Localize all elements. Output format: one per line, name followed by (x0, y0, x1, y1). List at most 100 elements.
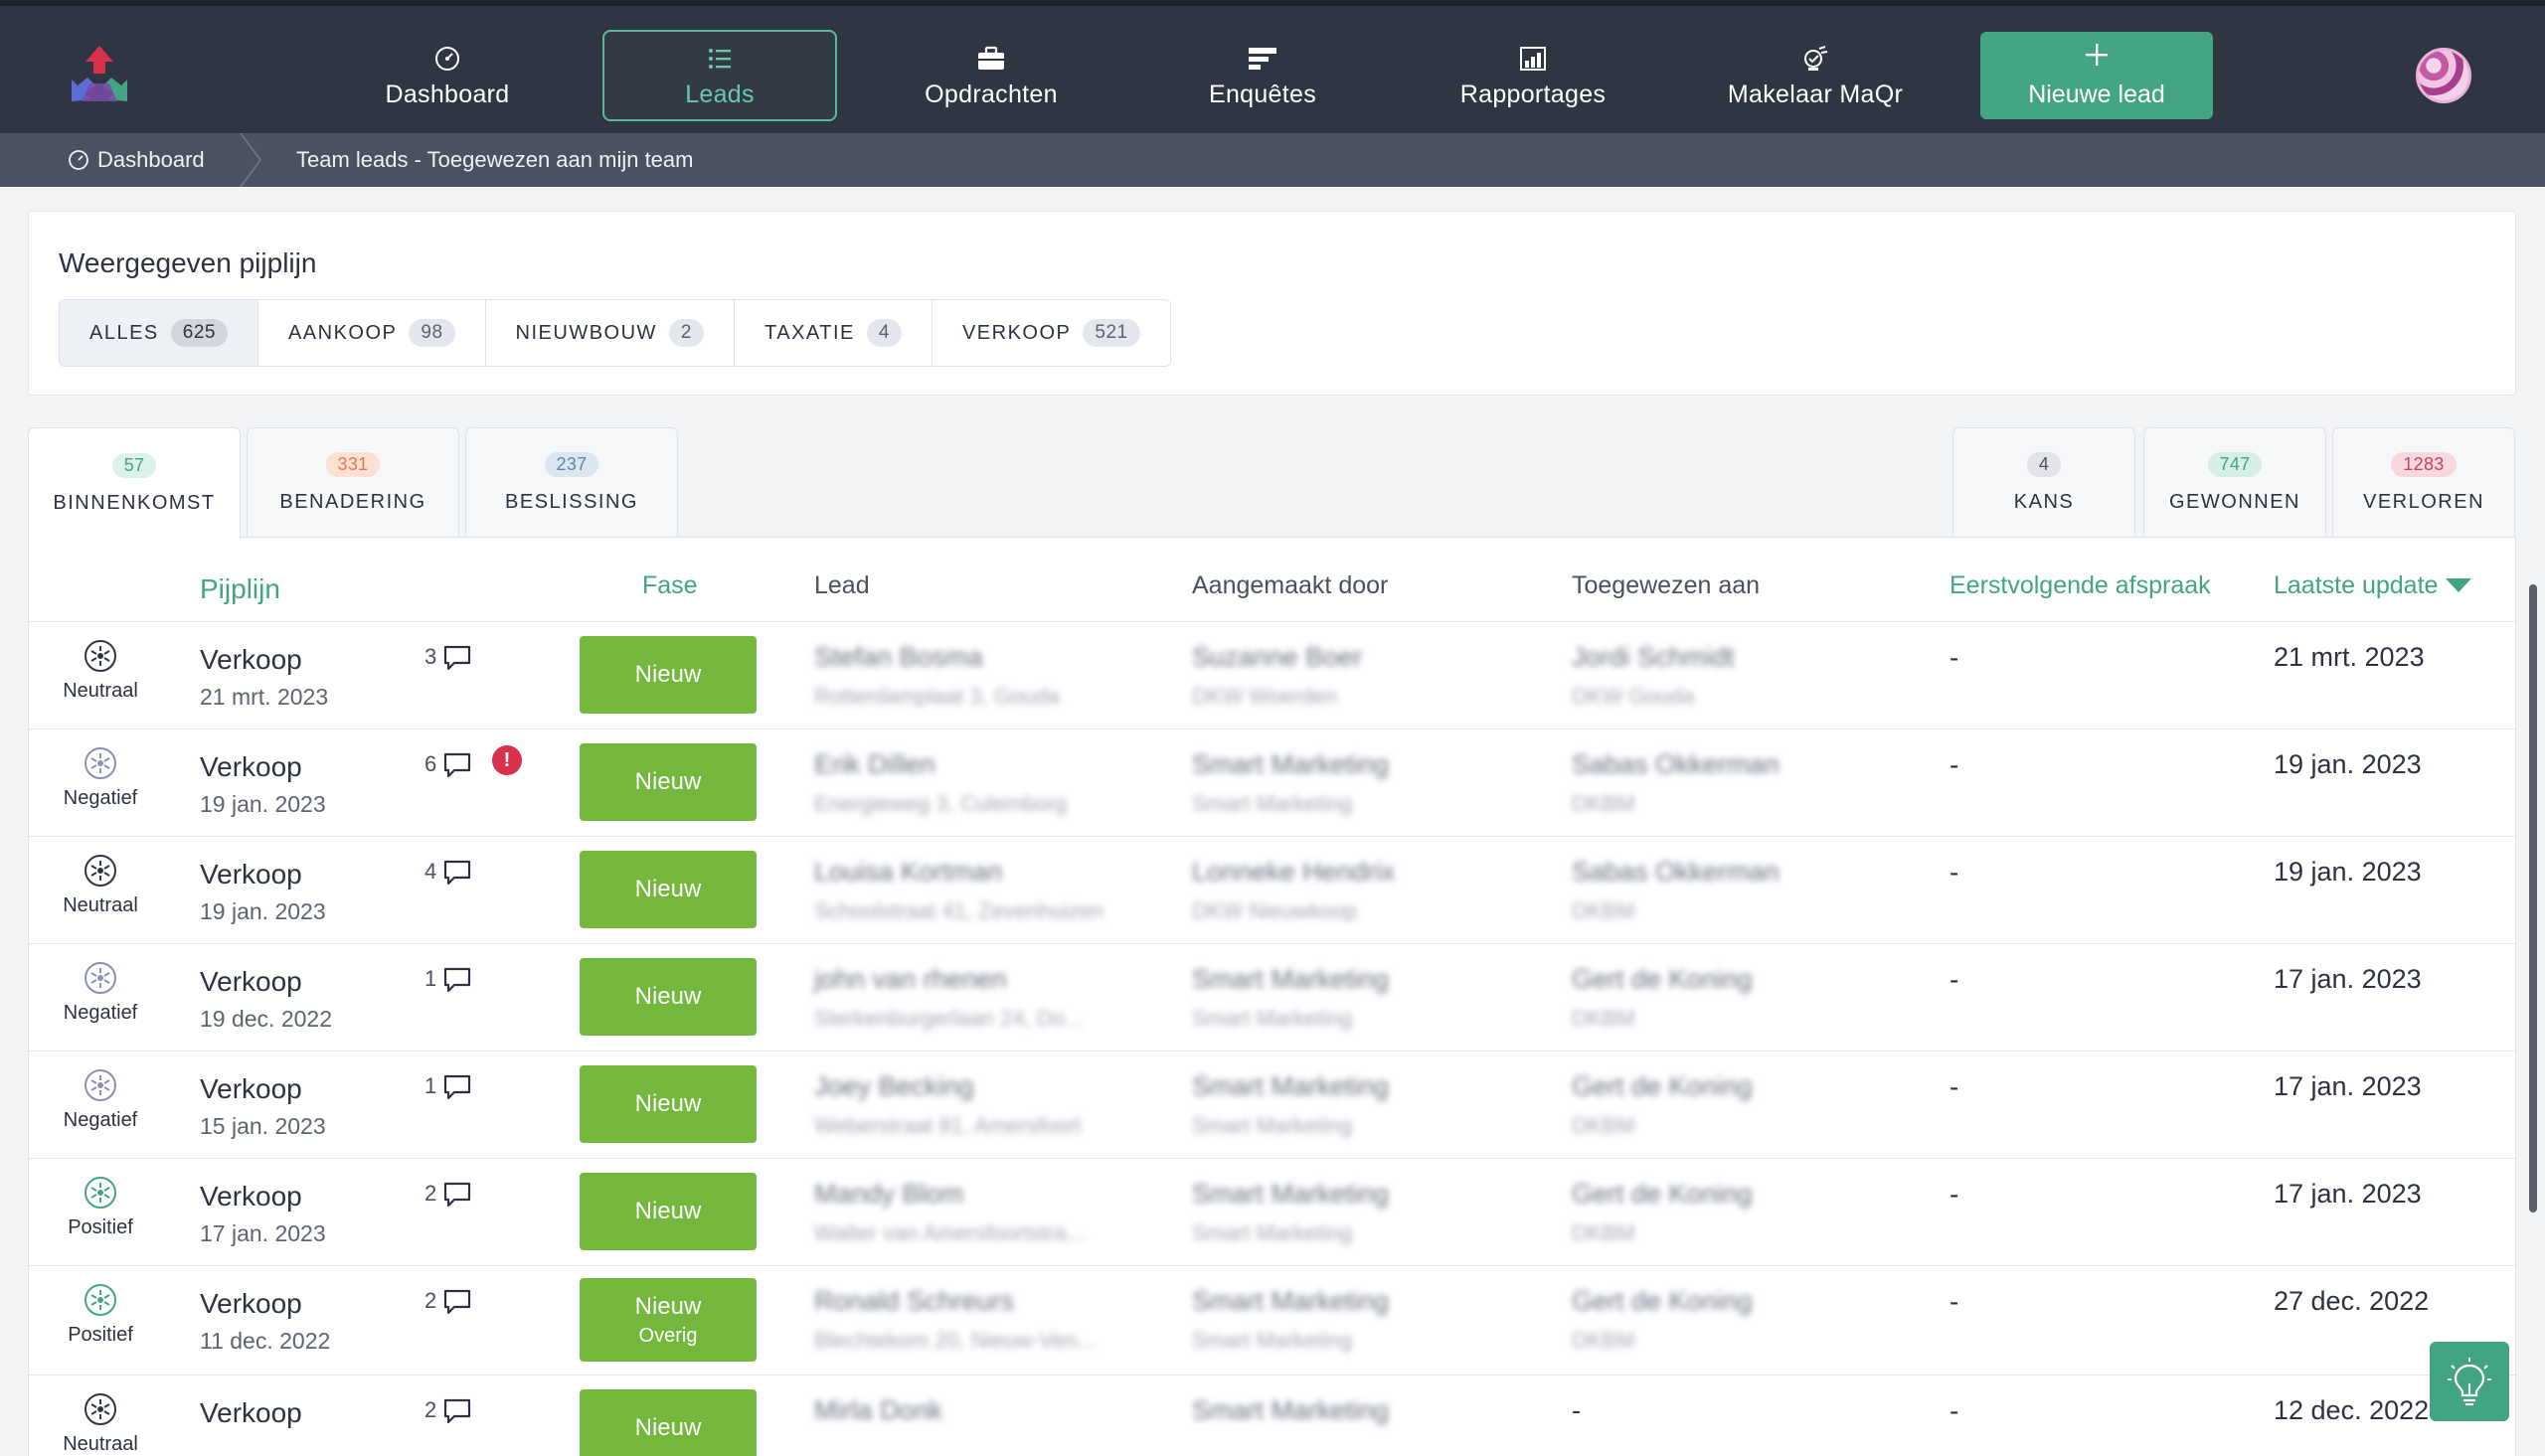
pipeline-tab-count: 2 (668, 319, 704, 347)
comment-icon (444, 1289, 471, 1315)
lead-name[interactable]: Mandy Blom (814, 1179, 963, 1210)
scrollbar[interactable] (2529, 584, 2537, 1213)
fase-button[interactable]: Nieuw (580, 743, 757, 821)
last-update: 21 mrt. 2023 (2274, 642, 2425, 672)
pipeline-tab-aankoop[interactable]: AANKOOP 98 (257, 300, 486, 366)
comments-count[interactable]: 4 (424, 859, 472, 887)
fase-button[interactable]: Nieuw (580, 636, 757, 714)
pipeline-name: Verkoop (200, 859, 302, 890)
column-header-eerstvolgende-afspraak[interactable]: Eerstvolgende afspraak (1950, 571, 2211, 600)
sentiment-label: Negatief (63, 1002, 138, 1024)
table-row[interactable]: Negatief Verkoop 15 jan. 2023 1 Nieuw Joey Be… (29, 1051, 2517, 1158)
pipeline-tab-verkoop[interactable]: VERKOOP 521 (932, 300, 1170, 366)
nav-leads[interactable]: Leads (602, 30, 837, 121)
table-row[interactable]: Negatief Verkoop 19 jan. 2023 6! Nieuw Erik D… (29, 728, 2517, 836)
comments-count[interactable]: 2 (424, 1397, 472, 1425)
dashboard-icon (68, 149, 89, 171)
assigned-to: Gert de Koning (1572, 1071, 1753, 1101)
comments-count[interactable]: 1 (424, 1073, 472, 1101)
lead-name[interactable]: Louisa Kortman (814, 857, 1002, 888)
last-update: 17 jan. 2023 (2274, 964, 2422, 994)
nav-enquetes[interactable]: Enquêtes (1179, 30, 1346, 121)
nav-rapportages[interactable]: Rapportages (1445, 30, 1620, 121)
column-header-lead[interactable]: Lead (814, 571, 870, 600)
pipeline-tab-count: 98 (409, 319, 455, 347)
list-icon (704, 43, 736, 75)
next-appointment: - (1950, 1179, 1959, 1210)
fase-button[interactable]: Nieuw (580, 958, 757, 1036)
lead-name[interactable]: john van rhenen (814, 964, 1007, 995)
lightbulb-icon (2448, 1358, 2491, 1406)
help-tips-button[interactable] (2430, 1342, 2509, 1421)
comments-count[interactable]: 6 (424, 751, 472, 779)
sentiment-cell: Negatief (29, 1067, 172, 1132)
comments-count[interactable]: 2 (424, 1288, 472, 1316)
table-row[interactable]: Positief Verkoop 17 jan. 2023 2 Nieuw Mandy B… (29, 1158, 2517, 1265)
next-appointment: - (1950, 1395, 1959, 1426)
app-logo[interactable] (68, 44, 131, 105)
pipeline-tab-label: AANKOOP (287, 321, 398, 344)
alert-icon[interactable]: ! (492, 745, 522, 775)
nav-rapportages-label: Rapportages (1459, 80, 1607, 108)
comments-count[interactable]: 1 (424, 966, 472, 994)
pipeline-title: Weergegeven pijplijn (59, 247, 317, 278)
stage-tab-gewonnen[interactable]: 747 GEWONNEN (2143, 427, 2326, 537)
table-row[interactable]: Neutraal Verkoop 19 jan. 2023 4 Nieuw Louisa … (29, 836, 2517, 943)
lead-name[interactable]: Ronald Schreurs (814, 1286, 1014, 1317)
sort-down-icon (2446, 577, 2472, 592)
pipeline-tab-taxatie[interactable]: TAXATIE 4 (735, 300, 933, 366)
breadcrumb-dashboard[interactable]: Dashboard (68, 147, 205, 173)
comments-count-label: 2 (424, 1288, 437, 1313)
lead-name[interactable]: Erik Dillen (814, 749, 935, 780)
comments-count-label: 2 (424, 1397, 437, 1422)
table-row[interactable]: Negatief Verkoop 19 dec. 2022 1 Nieuw john va… (29, 943, 2517, 1051)
lead-name[interactable]: Joey Becking (814, 1071, 974, 1102)
pipeline-tab-label: TAXATIE (764, 321, 855, 344)
column-header-toegewezen-aan[interactable]: Toegewezen aan (1572, 571, 1760, 600)
stage-tab-kans[interactable]: 4 KANS (1952, 427, 2135, 537)
lead-name[interactable]: Mirla Donk (814, 1395, 942, 1426)
stage-tab-label: BESLISSING (505, 490, 638, 513)
comments-count[interactable]: 2 (424, 1181, 472, 1209)
column-header-fase[interactable]: Fase (642, 571, 698, 600)
fase-button[interactable]: Nieuw (580, 851, 757, 928)
new-lead-button[interactable]: Nieuwe lead (1980, 32, 2213, 119)
table-row[interactable]: Positief Verkoop 11 dec. 2022 2 Nieuw Overig R… (29, 1265, 2517, 1373)
pipeline-tab-alles[interactable]: ALLES 625 (60, 300, 258, 366)
lead-name[interactable]: Stefan Bosma (814, 642, 983, 673)
stage-tab-label: GEWONNEN (2169, 490, 2300, 513)
breadcrumb-current-label: Team leads - Toegewezen aan mijn team (296, 147, 694, 172)
table-row[interactable]: Neutraal Verkoop 2 Nieuw Mirla Donk Smart Mar… (29, 1375, 2517, 1456)
pipeline-tab-nieuwbouw[interactable]: NIEUWBOUW 2 (485, 300, 735, 366)
fase-label: Nieuw (634, 768, 702, 795)
created-by: Smart Marketing (1192, 1286, 1390, 1316)
stage-tab-benadering[interactable]: 331 BENADERING (247, 427, 459, 537)
nav-makelaar-maqr[interactable]: Makelaar MaQr (1710, 30, 1921, 121)
column-header-laatste-update[interactable]: Laatste update (2274, 571, 2472, 600)
stage-tab-binnenkomst[interactable]: 57 BINNENKOMST (28, 427, 241, 539)
comment-icon (444, 1398, 471, 1424)
briefcase-icon (975, 43, 1007, 75)
fase-button[interactable]: Nieuw (580, 1173, 757, 1250)
stage-tab-verloren[interactable]: 1283 VERLOREN (2332, 427, 2515, 537)
table-row[interactable]: Neutraal Verkoop 21 mrt. 2023 3 Nieuw Stefan … (29, 621, 2517, 728)
stage-tab-beslissing[interactable]: 237 BESLISSING (465, 427, 678, 537)
column-header-aangemaakt-door[interactable]: Aangemaakt door (1192, 571, 1388, 600)
comments-count[interactable]: 3 (424, 644, 472, 672)
stage-count-badge: 1283 (2391, 451, 2457, 477)
comments-count-label: 1 (424, 966, 437, 991)
comments-count-label: 4 (424, 859, 437, 884)
fase-button[interactable]: Nieuw (580, 1065, 757, 1143)
column-header-pijplijn[interactable]: Pijplijn (200, 573, 280, 605)
nav-opdrachten[interactable]: Opdrachten (895, 30, 1088, 121)
fase-button[interactable]: Nieuw (580, 1389, 757, 1456)
column-header-laatste-update-label: Laatste update (2274, 571, 2439, 599)
nav-dashboard[interactable]: Dashboard (358, 30, 537, 121)
leads-table: Pijplijn Fase Lead Aangemaakt door Toege… (28, 537, 2517, 1456)
fase-label: Nieuw (634, 983, 702, 1010)
assigned-to-office: DKBM (1572, 791, 1635, 816)
user-avatar[interactable] (2416, 48, 2471, 103)
sentiment-label: Positief (68, 1324, 133, 1346)
stage-tab-label: KANS (2013, 490, 2075, 513)
fase-button[interactable]: Nieuw Overig (580, 1278, 757, 1362)
